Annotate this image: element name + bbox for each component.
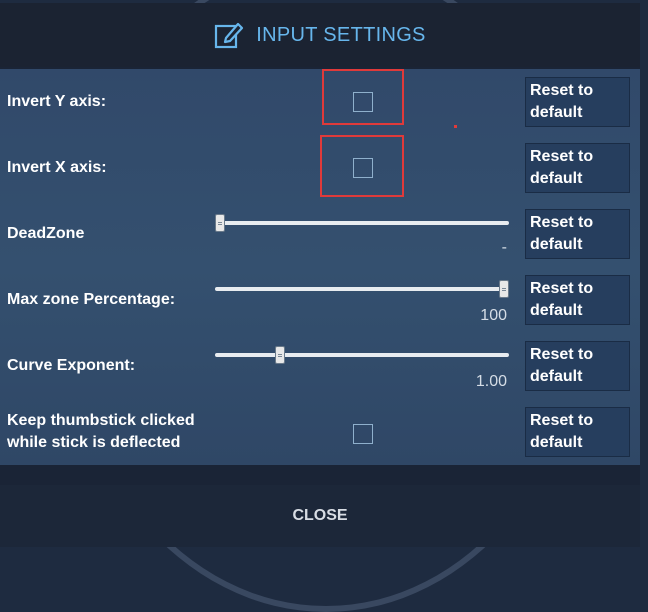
setting-row-invert-x: Invert X axis: Reset to default <box>0 135 640 201</box>
curve-exponent-slider-track[interactable] <box>215 353 509 357</box>
reset-max-zone-button[interactable]: Reset to default <box>525 275 630 325</box>
close-button[interactable]: CLOSE <box>292 507 347 525</box>
invert-x-label: Invert X axis: <box>7 159 107 176</box>
reset-curve-exponent-button[interactable]: Reset to default <box>525 341 630 391</box>
setting-row-keep-thumbstick: Keep thumbstick clicked while stick is d… <box>0 399 640 465</box>
keep-thumbstick-checkbox[interactable] <box>353 424 373 444</box>
deadzone-slider-thumb[interactable] <box>215 214 225 232</box>
edit-icon <box>215 22 244 49</box>
dialog-header: INPUT SETTINGS <box>0 3 640 67</box>
deadzone-label: DeadZone <box>7 225 85 242</box>
reset-invert-y-button[interactable]: Reset to default <box>525 77 630 127</box>
setting-row-max-zone: Max zone Percentage: 100 Reset to defaul… <box>0 267 640 333</box>
max-zone-slider-track[interactable] <box>215 287 509 291</box>
input-settings-dialog: INPUT SETTINGS Invert Y axis: Reset to d… <box>0 3 640 547</box>
red-marker-dot <box>454 125 457 128</box>
deadzone-slider-track[interactable] <box>215 221 509 225</box>
setting-row-invert-y: Invert Y axis: Reset to default <box>0 69 640 135</box>
setting-row-curve-exponent: Curve Exponent: 1.00 Reset to default <box>0 333 640 399</box>
dialog-title: INPUT SETTINGS <box>256 23 426 46</box>
reset-keep-thumbstick-button[interactable]: Reset to default <box>525 407 630 457</box>
invert-y-label: Invert Y axis: <box>7 93 107 110</box>
curve-exponent-label: Curve Exponent: <box>7 357 136 374</box>
max-zone-slider-thumb[interactable] <box>499 280 509 298</box>
deadzone-value: - <box>501 239 507 256</box>
curve-exponent-slider-thumb[interactable] <box>274 346 285 364</box>
setting-row-deadzone: DeadZone - Reset to default <box>0 201 640 267</box>
reset-invert-x-button[interactable]: Reset to default <box>525 143 630 193</box>
keep-thumbstick-label: Keep thumbstick clicked while stick is d… <box>7 412 195 451</box>
max-zone-label: Max zone Percentage: <box>7 291 176 308</box>
dialog-footer: CLOSE <box>0 485 640 547</box>
max-zone-value: 100 <box>480 307 507 324</box>
invert-y-checkbox[interactable] <box>353 92 373 112</box>
invert-x-checkbox[interactable] <box>353 158 373 178</box>
settings-panel: Invert Y axis: Reset to default Invert X… <box>0 69 640 465</box>
reset-deadzone-button[interactable]: Reset to default <box>525 209 630 259</box>
curve-exponent-value: 1.00 <box>475 373 507 390</box>
